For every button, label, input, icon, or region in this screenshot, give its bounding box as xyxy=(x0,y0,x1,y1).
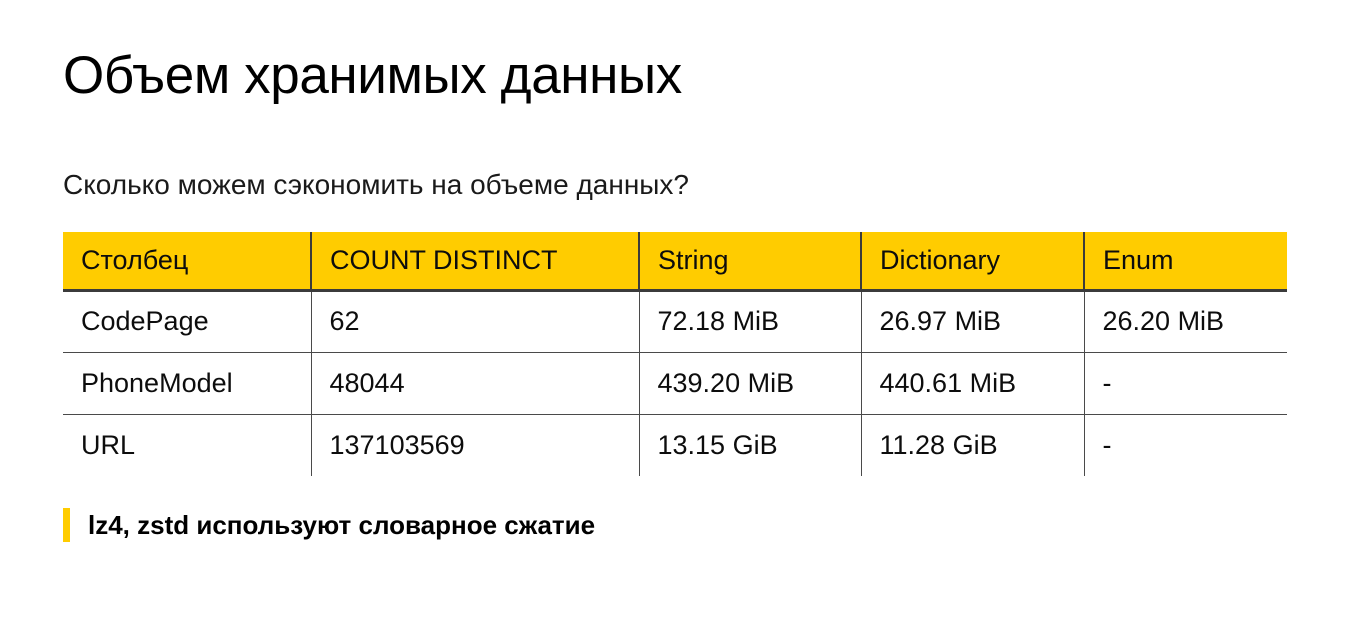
column-header-count-distinct: COUNT DISTINCT xyxy=(310,232,639,292)
cell-count-distinct: 62 xyxy=(310,290,639,352)
column-header-stolbec: Столбец xyxy=(63,232,311,292)
table-row: PhoneModel 48044 439.20 MiB 440.61 MiB - xyxy=(63,351,1287,414)
cell-count-distinct: 48044 xyxy=(310,351,639,414)
page-title: Объем хранимых данных xyxy=(63,46,682,105)
cell-enum: - xyxy=(1083,413,1287,476)
cell-string: 13.15 GiB xyxy=(638,413,861,476)
slide: Объем хранимых данных Сколько можем сэко… xyxy=(0,0,1349,623)
cell-string: 439.20 MiB xyxy=(638,351,861,414)
storage-volume-table: Столбец COUNT DISTINCT String Dictionary… xyxy=(63,232,1287,476)
cell-column: URL xyxy=(63,413,311,476)
cell-enum: 26.20 MiB xyxy=(1083,290,1287,352)
column-header-enum: Enum xyxy=(1083,232,1287,292)
table-row: URL 137103569 13.15 GiB 11.28 GiB - xyxy=(63,413,1287,476)
cell-column: PhoneModel xyxy=(63,351,311,414)
accent-bar-icon xyxy=(63,508,70,542)
cell-count-distinct: 137103569 xyxy=(310,413,639,476)
cell-enum: - xyxy=(1083,351,1287,414)
slide-subtitle: Сколько можем сэкономить на объеме данны… xyxy=(63,169,689,200)
table-header-row: Столбец COUNT DISTINCT String Dictionary… xyxy=(63,232,1287,292)
column-header-dictionary: Dictionary xyxy=(860,232,1084,292)
footnote-text: lz4, zstd используют словарное сжатие xyxy=(88,510,596,540)
footnote: lz4, zstd используют словарное сжатие xyxy=(63,506,595,544)
cell-dictionary: 440.61 MiB xyxy=(860,351,1084,414)
table-row: CodePage 62 72.18 MiB 26.97 MiB 26.20 Mi… xyxy=(63,290,1287,352)
column-header-string: String xyxy=(638,232,861,292)
cell-dictionary: 26.97 MiB xyxy=(860,290,1084,352)
cell-string: 72.18 MiB xyxy=(638,290,861,352)
cell-dictionary: 11.28 GiB xyxy=(860,413,1084,476)
cell-column: CodePage xyxy=(63,290,311,352)
